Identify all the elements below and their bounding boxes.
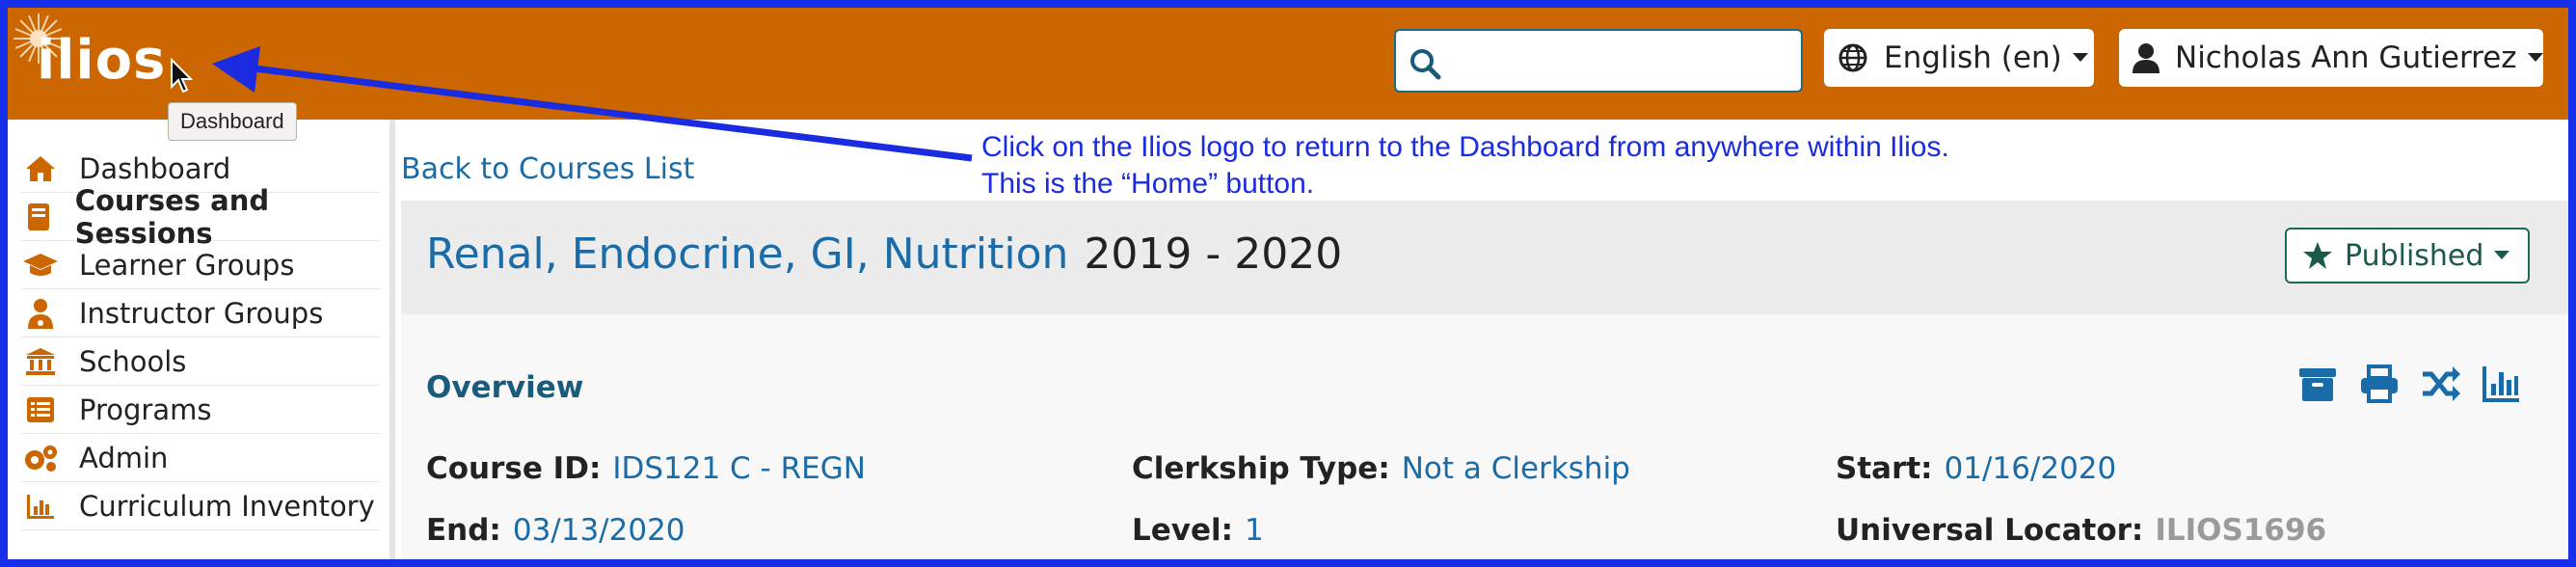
publish-status-button[interactable]: Published [2285, 228, 2530, 284]
print-icon[interactable] [2358, 363, 2401, 405]
bar-chart-icon[interactable] [2480, 363, 2522, 405]
caret-down-icon [2527, 53, 2543, 62]
start-date-field: Start: 01/16/2020 [1836, 451, 2116, 486]
clerkship-type-field: Clerkship Type: Not a Clerkship [1132, 451, 1630, 486]
sidebar-item-label: Courses and Sessions [74, 183, 270, 250]
field-label: Universal Locator: [1836, 513, 2144, 548]
search-box[interactable] [1394, 29, 1803, 93]
user-name: Nicholas Ann Gutierrez [2175, 40, 2517, 75]
course-overview: Overview Course ID: IDS121 C - REGN Clerk… [401, 314, 2568, 559]
universal-locator-value: ILIOS1696 [2155, 513, 2327, 548]
graduation-cap-icon [23, 253, 58, 276]
field-label: Level: [1132, 513, 1234, 548]
star-icon [2303, 242, 2332, 269]
sidebar-item-learner-groups[interactable]: Learner Groups [21, 241, 380, 289]
sidebar-item-label: Admin [79, 441, 169, 474]
course-header: Renal, Endocrine, GI, Nutrition 2019 - 20… [401, 201, 2568, 314]
sidebar-item-courses[interactable]: Courses and Sessions [21, 184, 380, 250]
sidebar-item-label: Learner Groups [79, 248, 295, 282]
field-label: Clerkship Type: [1132, 451, 1390, 486]
sidebar-item-label: Curriculum Inventory [79, 489, 375, 523]
globe-icon [1838, 43, 1867, 72]
user-menu[interactable]: Nicholas Ann Gutierrez [2119, 29, 2543, 87]
field-label: Course ID: [426, 451, 602, 486]
sidebar-item-label: Instructor Groups [79, 296, 324, 330]
course-id-value[interactable]: IDS121 C - REGN [612, 451, 866, 486]
cogs-icon [25, 445, 57, 472]
home-icon [26, 155, 55, 181]
level-value[interactable]: 1 [1245, 513, 1264, 548]
search-input[interactable] [1452, 39, 1789, 83]
sidebar-item-instructor-groups[interactable]: Instructor Groups [21, 289, 380, 338]
clerkship-type-value[interactable]: Not a Clerkship [1402, 451, 1630, 486]
shuffle-icon[interactable] [2420, 363, 2462, 405]
user-md-icon [28, 298, 53, 329]
end-date-field: End: 03/13/2020 [426, 513, 685, 548]
overview-title: Overview [426, 370, 584, 405]
sidebar-nav: Dashboard Courses and Sessions Learner G… [8, 120, 395, 559]
mouse-cursor-icon [171, 58, 194, 94]
course-title: Renal, Endocrine, GI, Nutrition 2019 - 20… [426, 230, 1342, 279]
field-label: Start: [1836, 451, 1933, 486]
sidebar-item-programs[interactable]: Programs [21, 386, 380, 434]
annotation-line-2: This is the “Home” button. [981, 168, 1315, 200]
level-field: Level: 1 [1132, 513, 1264, 548]
end-date-value[interactable]: 03/13/2020 [513, 513, 685, 548]
archive-icon[interactable] [2296, 363, 2339, 405]
list-alt-icon [27, 396, 54, 422]
ilios-logo[interactable]: ilios [37, 29, 166, 92]
start-date-value[interactable]: 01/16/2020 [1945, 451, 2117, 486]
course-name[interactable]: Renal, Endocrine, GI, Nutrition [426, 230, 1068, 279]
dashboard-tooltip: Dashboard [168, 102, 297, 141]
course-year: 2019 - 2020 [1084, 230, 1343, 279]
sidebar-item-schools[interactable]: Schools [21, 338, 380, 386]
field-label: End: [426, 513, 501, 548]
university-icon [26, 347, 55, 375]
course-id-field: Course ID: IDS121 C - REGN [426, 451, 866, 486]
user-icon [2133, 43, 2160, 73]
top-bar: ilios English (en) Nicholas Ann Gutierre… [8, 8, 2568, 120]
caret-down-icon [2494, 251, 2510, 259]
language-label: English (en) [1884, 40, 2062, 75]
annotation-text: Click on the Ilios logo to return to the… [981, 129, 1949, 202]
annotation-line-1: Click on the Ilios logo to return to the… [981, 131, 1949, 163]
sidebar-item-label: Programs [79, 392, 212, 426]
sidebar-item-curriculum-inventory[interactable]: Curriculum Inventory [21, 482, 380, 530]
book-icon [27, 202, 49, 230]
sidebar-item-label: Schools [79, 344, 187, 378]
sidebar-item-admin[interactable]: Admin [21, 434, 380, 482]
bar-chart-icon [27, 494, 54, 519]
search-icon [1410, 49, 1441, 80]
publish-status-label: Published [2345, 238, 2484, 273]
universal-locator-field: Universal Locator: ILIOS1696 [1836, 513, 2326, 548]
screenshot-frame: ilios English (en) Nicholas Ann Gutierre… [8, 8, 2568, 559]
language-selector[interactable]: English (en) [1824, 29, 2094, 87]
sidebar-item-label: Dashboard [79, 151, 231, 185]
caret-down-icon [2072, 53, 2088, 62]
back-to-courses-link[interactable]: Back to Courses List [401, 152, 694, 186]
